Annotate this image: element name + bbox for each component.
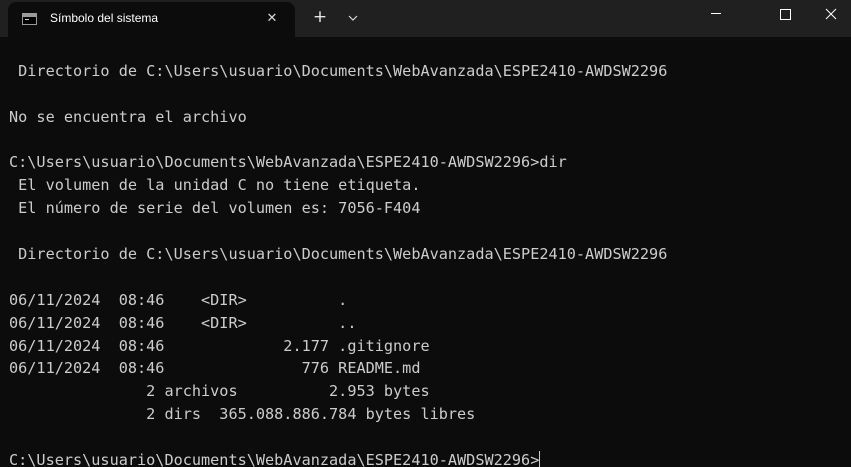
close-icon xyxy=(825,8,837,20)
console-line: 06/11/2024 08:46 2.177 .gitignore xyxy=(9,336,430,355)
console-line: 06/11/2024 08:46 <DIR> .. xyxy=(9,313,357,332)
tab-dropdown-button[interactable] xyxy=(344,8,362,28)
new-tab-button[interactable]: + xyxy=(309,6,331,28)
maximize-button[interactable] xyxy=(762,0,808,32)
console-line: 06/11/2024 08:46 776 README.md xyxy=(9,359,421,378)
console-text: Directorio de C:\Users\usuario\Documents… xyxy=(9,37,667,467)
maximize-icon xyxy=(780,9,791,20)
console-line: 06/11/2024 08:46 <DIR> . xyxy=(9,290,348,309)
close-window-button[interactable] xyxy=(808,0,851,32)
console-output[interactable]: Directorio de C:\Users\usuario\Documents… xyxy=(0,37,851,467)
terminal-window: Símbolo del sistema ✕ + Directorio de C:… xyxy=(0,0,851,467)
title-bar[interactable]: Símbolo del sistema ✕ + xyxy=(0,0,851,37)
console-line: Directorio de C:\Users\usuario\Documents… xyxy=(9,61,668,80)
console-line: Directorio de C:\Users\usuario\Documents… xyxy=(9,245,668,264)
console-line: C:\Users\usuario\Documents\WebAvanzada\E… xyxy=(9,153,567,172)
prompt-line[interactable]: C:\Users\usuario\Documents\WebAvanzada\E… xyxy=(9,449,667,467)
minimize-icon xyxy=(711,13,721,14)
console-line: El número de serie del volumen es: 7056-… xyxy=(9,199,421,218)
minimize-button[interactable] xyxy=(693,0,739,32)
text-cursor xyxy=(539,451,541,467)
console-line: 2 archivos 2.953 bytes xyxy=(9,382,430,401)
chevron-down-icon xyxy=(348,15,358,21)
tab-close-button[interactable]: ✕ xyxy=(263,10,281,28)
console-line: El volumen de la unidad C no tiene etiqu… xyxy=(9,176,421,195)
console-line: No se encuentra el archivo xyxy=(9,107,247,126)
tab-simbolo-del-sistema[interactable]: Símbolo del sistema ✕ xyxy=(8,2,295,37)
console-line: 2 dirs 365.088.886.784 bytes libres xyxy=(9,405,476,424)
command-prompt: C:\Users\usuario\Documents\WebAvanzada\E… xyxy=(9,451,540,467)
tab-title: Símbolo del sistema xyxy=(50,11,159,25)
console-icon xyxy=(22,13,37,25)
